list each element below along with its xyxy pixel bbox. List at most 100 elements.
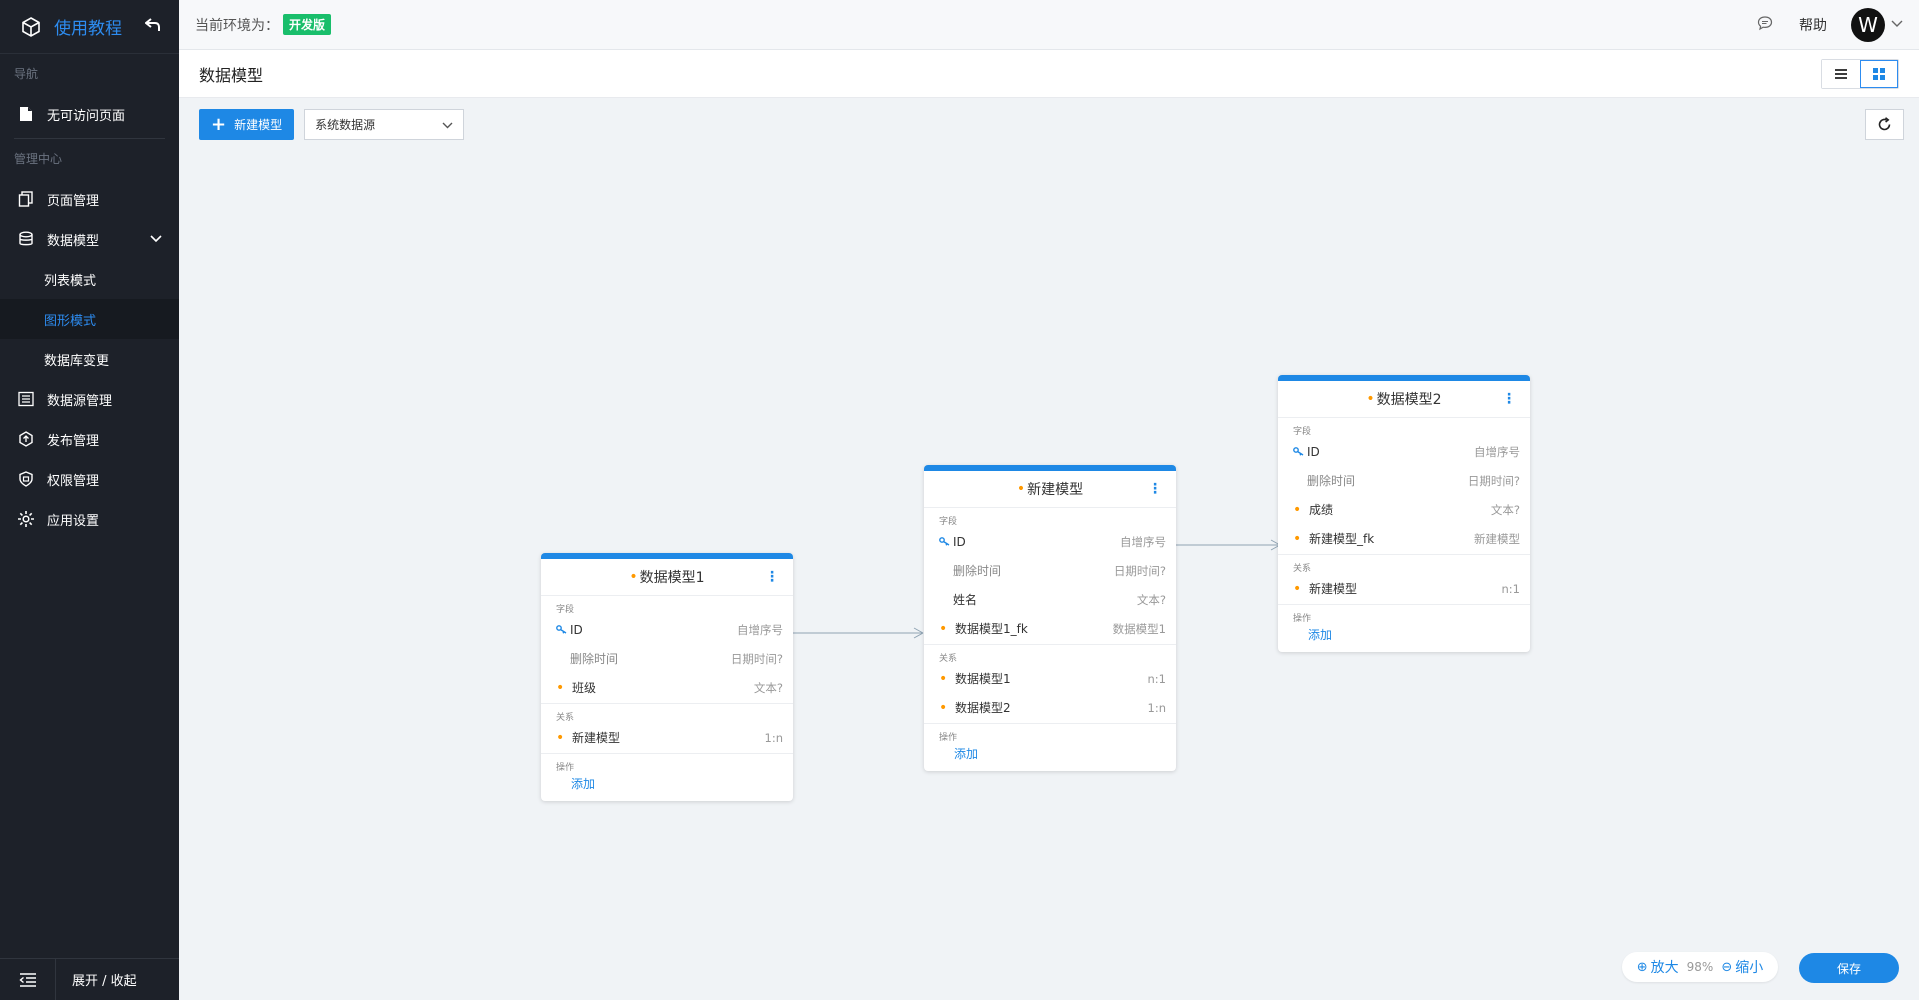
sidebar-item-label: 无可访问页面: [47, 108, 126, 124]
card-header: • 数据模型1 ⋮: [541, 559, 793, 596]
sidebar-item-pages[interactable]: 页面管理: [0, 179, 179, 219]
field-row[interactable]: • 成绩 文本?: [1278, 495, 1530, 524]
sidebar-item-no-access[interactable]: 无可访问页面: [0, 94, 179, 134]
sidebar-item-graph-mode[interactable]: 图形模式: [0, 299, 179, 339]
relation-name: 新建模型: [572, 731, 621, 745]
add-link[interactable]: 添加: [541, 773, 793, 801]
toolbar: + 新建模型 系统数据源: [199, 109, 465, 140]
datasource-select[interactable]: 系统数据源: [304, 109, 465, 140]
undo-icon[interactable]: [144, 17, 161, 36]
field-name: 删除时间: [1307, 474, 1356, 488]
add-link[interactable]: 添加: [1278, 624, 1530, 652]
sidebar-item-permission[interactable]: 权限管理: [0, 459, 179, 499]
gear-icon: [17, 510, 35, 528]
field-row[interactable]: ID 自增序号: [541, 615, 793, 644]
field-type: 日期时间?: [1467, 473, 1520, 488]
relation-name: 新建模型: [1309, 582, 1358, 596]
zoom-in-label: 放大: [1650, 960, 1679, 976]
ops-section-label: 操作: [1293, 614, 1312, 624]
field-type: 新建模型: [1474, 531, 1520, 546]
field-type: 文本?: [753, 680, 783, 695]
field-row[interactable]: 删除时间 日期时间?: [924, 556, 1176, 585]
card-title: 数据模型1: [639, 570, 705, 586]
zoom-level: 98%: [1686, 960, 1714, 974]
field-row[interactable]: ID 自增序号: [1278, 437, 1530, 466]
field-type: 自增序号: [737, 622, 783, 637]
publish-icon: [17, 430, 35, 448]
sidebar-item-label: 应用设置: [47, 513, 100, 529]
zoom-out-button[interactable]: ⊖ 缩小: [1721, 957, 1763, 977]
env-label: 当前环境为：: [195, 17, 279, 34]
model-card-2[interactable]: • 新建模型 ⋮ 字段 ID 自增序号 删除时间 日期时间? 姓名 文本? • …: [924, 465, 1176, 771]
message-icon[interactable]: [1757, 15, 1773, 35]
zoom-in-button[interactable]: ⊕ 放大: [1637, 957, 1679, 977]
sidebar-item-list-mode[interactable]: 列表模式: [0, 259, 179, 299]
required-dot: •: [939, 670, 948, 687]
field-type: 文本?: [1490, 502, 1520, 517]
field-row[interactable]: 删除时间 日期时间?: [541, 644, 793, 673]
env-badge: 开发版: [283, 14, 332, 35]
avatar[interactable]: W: [1851, 7, 1885, 42]
sidebar-item-db-change[interactable]: 数据库变更: [0, 339, 179, 379]
model-card-1[interactable]: • 数据模型1 ⋮ 字段 ID 自增序号 删除时间 日期时间? • 班级 文本?…: [541, 553, 793, 801]
new-model-button[interactable]: + 新建模型: [199, 109, 295, 140]
required-dot: •: [1293, 530, 1302, 547]
field-row[interactable]: ID 自增序号: [924, 527, 1176, 556]
relation-type: n:1: [1147, 671, 1166, 686]
cube-logo-icon: [20, 16, 42, 38]
sidebar-item-settings[interactable]: 应用设置: [0, 499, 179, 539]
more-vertical-icon[interactable]: ⋮: [1502, 391, 1516, 407]
required-dot: •: [939, 620, 948, 637]
sidebar-collapse-toggle[interactable]: 展开 / 收起: [0, 958, 179, 1000]
save-button[interactable]: 保存: [1799, 953, 1899, 983]
field-row[interactable]: 姓名 文本?: [924, 585, 1176, 614]
refresh-button[interactable]: [1865, 109, 1904, 140]
fields-section-label: 字段: [556, 605, 575, 615]
relation-row[interactable]: • 数据模型2 1:n: [924, 693, 1176, 722]
field-name: ID: [570, 622, 583, 637]
field-name: 数据模型1_fk: [955, 622, 1028, 636]
field-type: 自增序号: [1474, 444, 1520, 459]
field-row[interactable]: 删除时间 日期时间?: [1278, 466, 1530, 495]
relation-line-2: [1176, 539, 1281, 551]
view-toggle: [1821, 58, 1899, 89]
field-row[interactable]: • 班级 文本?: [541, 673, 793, 702]
more-vertical-icon[interactable]: ⋮: [1148, 481, 1162, 497]
field-row[interactable]: • 数据模型1_fk 数据模型1: [924, 614, 1176, 643]
required-dot: •: [1293, 501, 1302, 518]
field-row[interactable]: • 新建模型_fk 新建模型: [1278, 524, 1530, 553]
more-vertical-icon[interactable]: ⋮: [765, 569, 779, 585]
relation-row[interactable]: • 新建模型 1:n: [541, 723, 793, 752]
relation-type: 1:n: [764, 730, 783, 745]
field-name: 姓名: [953, 593, 978, 607]
list-view-button[interactable]: [1822, 59, 1860, 88]
field-type: 文本?: [1136, 592, 1166, 607]
collapse-menu-icon: [0, 958, 56, 1000]
field-name: ID: [953, 534, 966, 549]
required-dot: •: [556, 729, 565, 746]
sidebar-item-data-model[interactable]: 数据模型: [0, 219, 179, 259]
top-header: 当前环境为： 开发版 帮助 W: [179, 0, 1919, 50]
chevron-down-icon[interactable]: [1891, 17, 1903, 32]
field-name: 删除时间: [570, 652, 619, 666]
relation-row[interactable]: • 新建模型 n:1: [1278, 574, 1530, 603]
page-title-bar: 数据模型: [179, 50, 1919, 98]
required-dot: •: [1366, 391, 1375, 407]
datasource-icon: [17, 390, 35, 408]
help-link[interactable]: 帮助: [1799, 15, 1827, 35]
zoom-controls: ⊕ 放大 98% ⊖ 缩小: [1622, 952, 1778, 982]
zoom-out-label: 缩小: [1735, 960, 1764, 976]
grid-view-button[interactable]: [1860, 59, 1898, 88]
model-card-3[interactable]: • 数据模型2 ⋮ 字段 ID 自增序号 删除时间 日期时间? • 成绩 文本?…: [1278, 375, 1530, 652]
required-dot: •: [629, 569, 638, 585]
diagram-canvas[interactable]: • 数据模型1 ⋮ 字段 ID 自增序号 删除时间 日期时间? • 班级 文本?…: [179, 150, 1919, 1000]
sidebar-item-datasource[interactable]: 数据源管理: [0, 379, 179, 419]
field-type: 数据模型1: [1112, 621, 1166, 636]
sidebar-item-publish[interactable]: 发布管理: [0, 419, 179, 459]
add-link[interactable]: 添加: [924, 743, 1176, 771]
field-name: 成绩: [1309, 503, 1334, 517]
card-header: • 新建模型 ⋮: [924, 471, 1176, 508]
relation-row[interactable]: • 数据模型1 n:1: [924, 664, 1176, 693]
chevron-down-icon: [442, 118, 453, 132]
grid-icon: [1873, 67, 1885, 80]
